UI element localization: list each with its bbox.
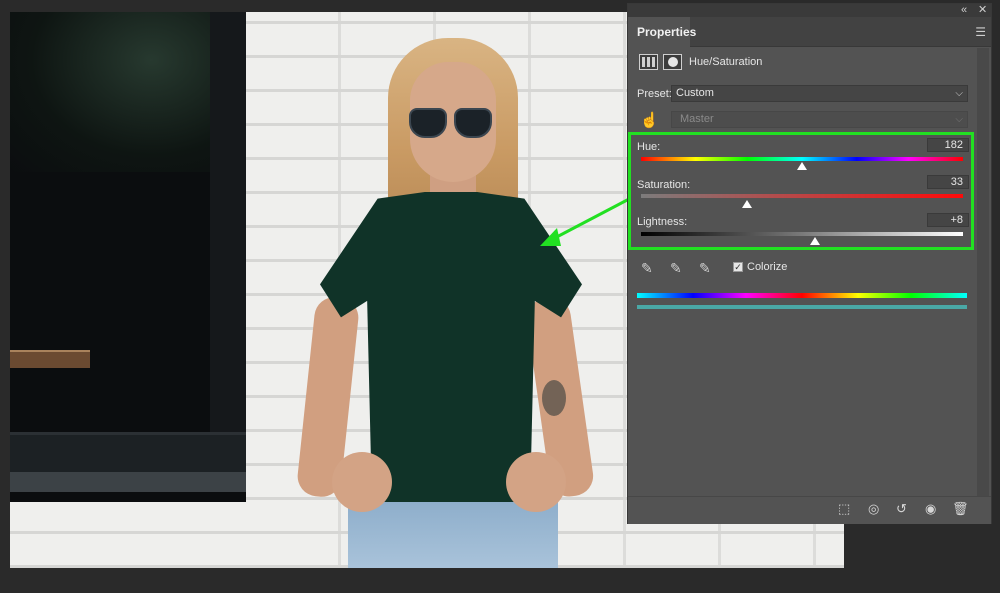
woman-jeans xyxy=(348,502,558,568)
eyedropper-plus-icon[interactable]: ✎ xyxy=(670,260,682,277)
reference-color-bar xyxy=(637,293,967,298)
properties-panel[interactable]: « ✕ Properties ☰ Hue/Saturation Preset: … xyxy=(627,3,992,524)
colorize-checkbox[interactable]: ✓ xyxy=(733,262,743,272)
adjustment-title: Hue/Saturation xyxy=(689,56,763,68)
saturation-value-field[interactable]: 33 xyxy=(927,175,969,189)
panel-top-bar: « ✕ xyxy=(628,4,991,17)
collapse-icon[interactable]: « xyxy=(961,4,967,17)
lightness-slider-track[interactable] xyxy=(641,232,963,236)
hue-slider-track[interactable] xyxy=(641,157,963,161)
sunglasses-left-lens xyxy=(409,108,447,138)
reset-icon[interactable]: ↺ xyxy=(896,501,907,517)
saturation-slider-track[interactable] xyxy=(641,194,963,198)
annotation-arrow xyxy=(540,196,632,246)
visibility-icon[interactable]: ◉ xyxy=(925,501,936,517)
chevron-down-icon: ⌵ xyxy=(955,88,963,99)
colorize-label: Colorize xyxy=(747,261,788,273)
window-sill-lower xyxy=(10,472,250,492)
saturation-slider-thumb[interactable] xyxy=(742,200,753,208)
lightness-label: Lightness: xyxy=(637,216,688,228)
window-frame xyxy=(210,12,250,482)
arm-tattoo xyxy=(542,380,566,416)
lightness-value-field[interactable]: +8 xyxy=(927,213,969,227)
clip-to-layer-icon[interactable]: ⬚ xyxy=(838,501,850,517)
result-color-bar xyxy=(637,305,967,309)
saturation-label: Saturation: xyxy=(637,179,691,191)
preset-label: Preset: xyxy=(637,88,672,100)
mask-icon[interactable] xyxy=(663,54,682,70)
targeted-adjust-hand-icon[interactable]: ☝ xyxy=(640,111,659,129)
adjustment-layer-icon[interactable] xyxy=(639,54,658,70)
woman-right-hand xyxy=(506,452,566,512)
panel-scrollbar[interactable] xyxy=(977,48,989,496)
window-board xyxy=(10,350,90,368)
delete-icon[interactable]: 🗑 xyxy=(952,501,969,517)
brick-wall-lower xyxy=(10,502,246,568)
chevron-down-icon: ⌵ xyxy=(955,114,963,125)
workspace: « ✕ Properties ☰ Hue/Saturation Preset: … xyxy=(0,0,1000,593)
adjustment-header: Hue/Saturation xyxy=(628,51,991,75)
preset-value: Custom xyxy=(676,87,714,99)
channel-value: Master xyxy=(680,113,714,125)
view-previous-icon[interactable]: ◎ xyxy=(868,501,879,517)
lightness-slider-thumb[interactable] xyxy=(809,237,820,245)
hue-label: Hue: xyxy=(637,141,661,153)
panel-menu-icon[interactable]: ☰ xyxy=(975,25,986,39)
preset-dropdown[interactable]: Custom ⌵ xyxy=(671,85,968,102)
hue-slider-thumb[interactable] xyxy=(797,162,807,170)
eyedropper-icon[interactable]: ✎ xyxy=(641,260,653,277)
channel-dropdown[interactable]: Master ⌵ xyxy=(671,111,968,128)
window-sill xyxy=(10,432,250,472)
close-icon[interactable]: ✕ xyxy=(978,4,987,17)
panel-bottom-bar xyxy=(628,496,991,524)
tab-properties[interactable]: Properties xyxy=(628,17,696,47)
woman-left-hand xyxy=(332,452,392,512)
hue-value-field[interactable]: 182 xyxy=(927,138,969,152)
eyedropper-minus-icon[interactable]: ✎ xyxy=(699,260,711,277)
sunglasses-right-lens xyxy=(454,108,492,138)
panel-tab-bar: Properties ☰ xyxy=(628,17,991,47)
